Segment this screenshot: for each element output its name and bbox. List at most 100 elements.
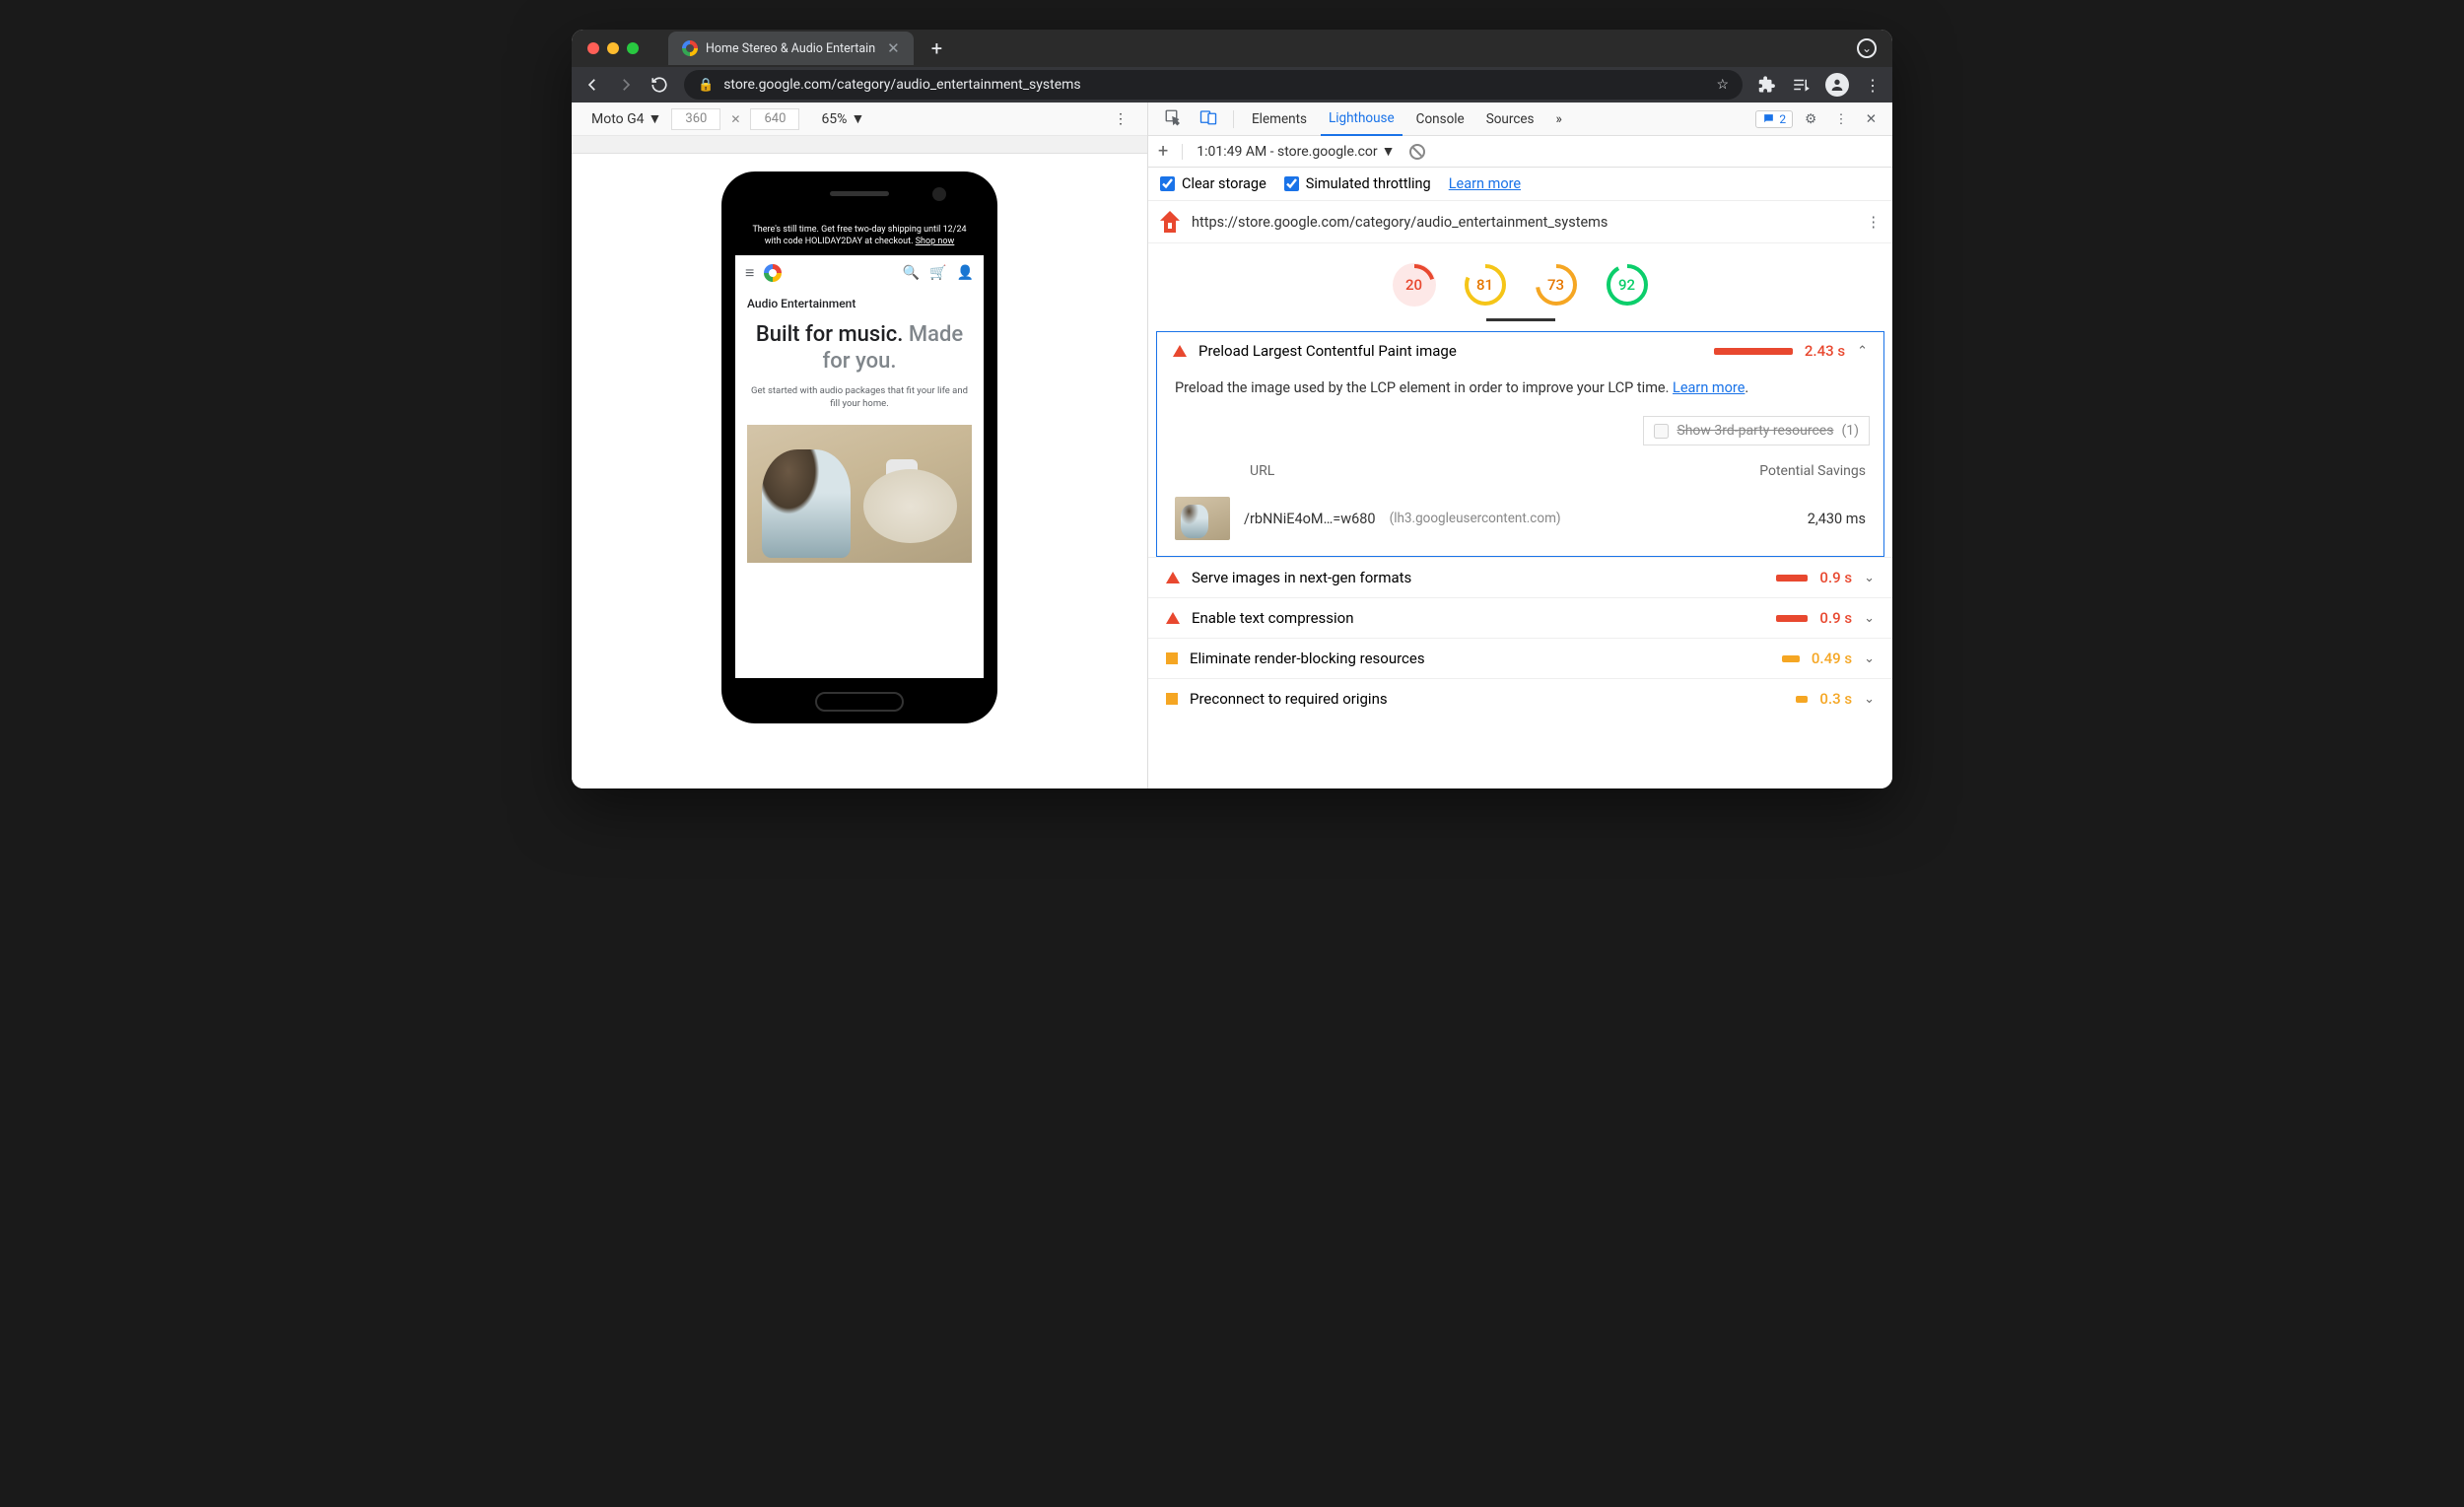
height-input[interactable] [750,108,799,130]
tab-overflow-icon[interactable]: ⌄ [1857,38,1877,58]
score-accessibility[interactable]: 81 [1464,263,1507,307]
audit-item-title: Eliminate render-blocking resources [1190,650,1425,667]
report-select[interactable]: 1:01:49 AM - store.google.cor ▼ [1197,143,1395,160]
profile-avatar[interactable] [1825,73,1849,97]
account-icon[interactable]: 👤 [957,265,974,281]
audit-item-title: Serve images in next-gen formats [1192,569,1411,586]
tab-sources[interactable]: Sources [1478,103,1542,136]
score-performance[interactable]: 20 [1393,263,1436,307]
width-input[interactable] [671,108,720,130]
ruler [572,136,1147,154]
chevron-down-icon: ⌄ [1864,571,1875,585]
score-gauges: 20 81 73 92 [1148,243,1892,312]
close-window-button[interactable] [587,42,599,54]
score-underline [1486,318,1555,321]
zoom-value: 65% [821,111,847,127]
resource-host: (lh3.googleusercontent.com) [1390,511,1561,526]
audit-item-time: 0.49 s [1812,650,1852,667]
zoom-select[interactable]: 65% ▼ [821,110,864,127]
forward-button[interactable] [617,76,635,94]
audit-preload-lcp: Preload Largest Contentful Paint image 2… [1156,331,1884,557]
devtools-menu-icon[interactable]: ⋮ [1828,111,1854,127]
score-best-practices[interactable]: 73 [1535,263,1578,307]
audit-header[interactable]: Preload Largest Contentful Paint image 2… [1157,332,1883,370]
settings-icon[interactable]: ⚙ [1799,111,1822,127]
favicon-icon [682,40,698,56]
cart-icon[interactable]: 🛒 [929,265,946,281]
lighthouse-options: Clear storage Simulated throttling Learn… [1148,168,1892,201]
third-party-toggle[interactable]: Show 3rd-party resources (1) [1643,416,1870,445]
score-seo[interactable]: 92 [1606,263,1649,307]
device-select[interactable]: Moto G4 ▼ [591,110,661,127]
audit-row[interactable]: Serve images in next-gen formats 0.9 s ⌄ [1148,557,1892,597]
audit-list: Serve images in next-gen formats0.9 s⌄En… [1148,557,1892,719]
audit-description: Preload the image used by the LCP elemen… [1157,370,1883,410]
star-icon[interactable]: ☆ [1716,77,1729,93]
search-icon[interactable]: 🔍 [903,265,920,281]
new-report-button[interactable]: + [1158,141,1168,162]
severity-moderate-icon [1166,652,1178,664]
impact-bar [1796,696,1808,703]
new-tab-button[interactable]: + [931,36,942,60]
minimize-window-button[interactable] [607,42,619,54]
devtools-tabs: Elements Lighthouse Console Sources » 2 … [1148,103,1892,136]
audit-row[interactable]: Enable text compression0.9 s⌄ [1148,597,1892,638]
browser-menu-icon[interactable]: ⋮ [1865,76,1881,95]
lighthouse-subbar: + 1:01:49 AM - store.google.cor ▼ [1148,136,1892,168]
audit-row[interactable]: Preconnect to required origins0.3 s⌄ [1148,678,1892,719]
learn-more-link[interactable]: Learn more [1449,175,1521,192]
clear-icon[interactable] [1409,144,1425,160]
tab-title: Home Stereo & Audio Entertain [706,41,875,56]
extensions-icon[interactable] [1758,76,1776,94]
phone-screen[interactable]: There's still time. Get free two-day shi… [735,217,984,678]
maximize-window-button[interactable] [627,42,639,54]
store-header: ≡ 🔍 🛒 👤 [735,255,984,291]
tab-more[interactable]: » [1548,103,1570,136]
simulated-throttle-checkbox[interactable]: Simulated throttling [1284,175,1431,192]
impact-bar [1776,575,1808,582]
chevron-down-icon: ⌄ [1864,651,1875,666]
browser-tab[interactable]: Home Stereo & Audio Entertain ✕ [668,32,914,65]
browser-window: Home Stereo & Audio Entertain ✕ + ⌄ 🔒 st… [572,30,1892,788]
reload-button[interactable] [650,76,668,94]
close-tab-icon[interactable]: ✕ [887,39,900,57]
audit-url-row: https://store.google.com/category/audio_… [1148,201,1892,243]
audit-title: Preload Largest Contentful Paint image [1198,342,1457,360]
report-menu-icon[interactable]: ⋮ [1867,214,1882,231]
reading-list-icon[interactable] [1792,76,1810,94]
severity-critical-icon [1166,572,1180,583]
severity-moderate-icon [1166,693,1178,705]
device-menu-icon[interactable]: ⋮ [1114,111,1128,127]
impact-bar [1782,655,1800,662]
google-logo-icon[interactable] [764,264,782,282]
resource-savings: 2,430 ms [1808,511,1866,527]
devtools-pane: Elements Lighthouse Console Sources » 2 … [1148,103,1892,788]
camera-icon [932,187,946,201]
tab-lighthouse[interactable]: Lighthouse [1321,103,1403,136]
device-mode-icon[interactable] [1194,108,1223,130]
message-badge[interactable]: 2 [1755,110,1793,128]
category-title: Audio Entertainment [747,297,972,310]
clear-storage-checkbox[interactable]: Clear storage [1160,175,1266,192]
address-bar: 🔒 store.google.com/category/audio_entert… [572,67,1892,103]
audit-learn-more-link[interactable]: Learn more [1673,379,1745,396]
traffic-lights [587,42,639,54]
tab-console[interactable]: Console [1408,103,1472,136]
chevron-down-icon: ⌄ [1864,611,1875,626]
shop-now-link[interactable]: Shop now [916,237,955,246]
chevron-up-icon: ⌃ [1857,344,1868,359]
url-box[interactable]: 🔒 store.google.com/category/audio_entert… [684,70,1743,100]
audit-row[interactable]: Eliminate render-blocking resources 0.49 … [1148,638,1892,678]
audit-item-time: 0.3 s [1819,690,1852,708]
close-devtools-icon[interactable]: ✕ [1860,111,1882,127]
inspect-icon[interactable] [1158,108,1188,130]
tab-elements[interactable]: Elements [1244,103,1315,136]
back-button[interactable] [583,76,601,94]
home-button-icon [815,692,904,712]
resource-path: /rbNNiE4oM…=w680 [1244,511,1376,527]
hamburger-icon[interactable]: ≡ [745,263,754,283]
audit-item-time: 0.9 s [1819,569,1852,586]
device-toolbar: Moto G4 ▼ ✕ 65% ▼ ⋮ [572,103,1147,136]
hero-image [747,425,972,563]
lock-icon: 🔒 [698,78,714,93]
